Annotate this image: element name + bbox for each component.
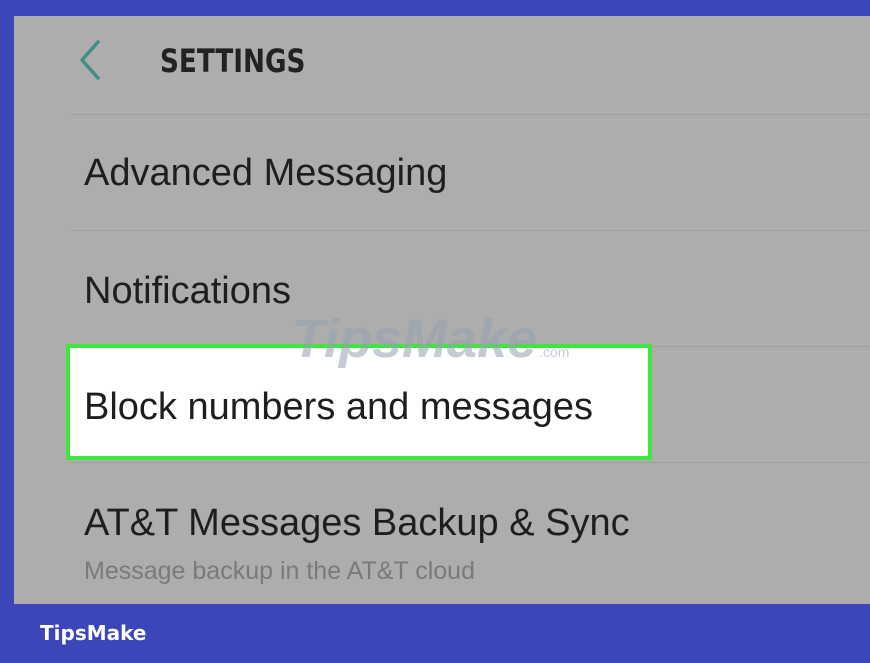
menu-item-notifications[interactable]: Notifications [14,230,870,346]
menu-item-label: AT&T Messages Backup & Sync [84,502,630,544]
settings-screen: SETTINGS Advanced Messaging Notification… [14,16,870,604]
menu-item-label: Advanced Messaging [84,152,448,194]
settings-header: SETTINGS [14,16,870,114]
image-frame: SETTINGS Advanced Messaging Notification… [0,0,870,663]
menu-item-label: Block numbers and messages [84,386,594,428]
footer-bar: TipsMake [0,604,870,663]
menu-item-backup-sync[interactable]: AT&T Messages Backup & Sync Message back… [14,462,870,604]
menu-item-label: Notifications [84,270,291,312]
page-title: SETTINGS [160,42,306,80]
menu-item-subtitle: Message backup in the AT&T cloud [84,557,475,585]
menu-item-advanced-messaging[interactable]: Advanced Messaging [14,114,870,230]
chevron-left-icon[interactable] [76,38,106,82]
menu-item-block-numbers[interactable]: Block numbers and messages [14,346,870,462]
footer-brand: TipsMake [40,621,147,645]
